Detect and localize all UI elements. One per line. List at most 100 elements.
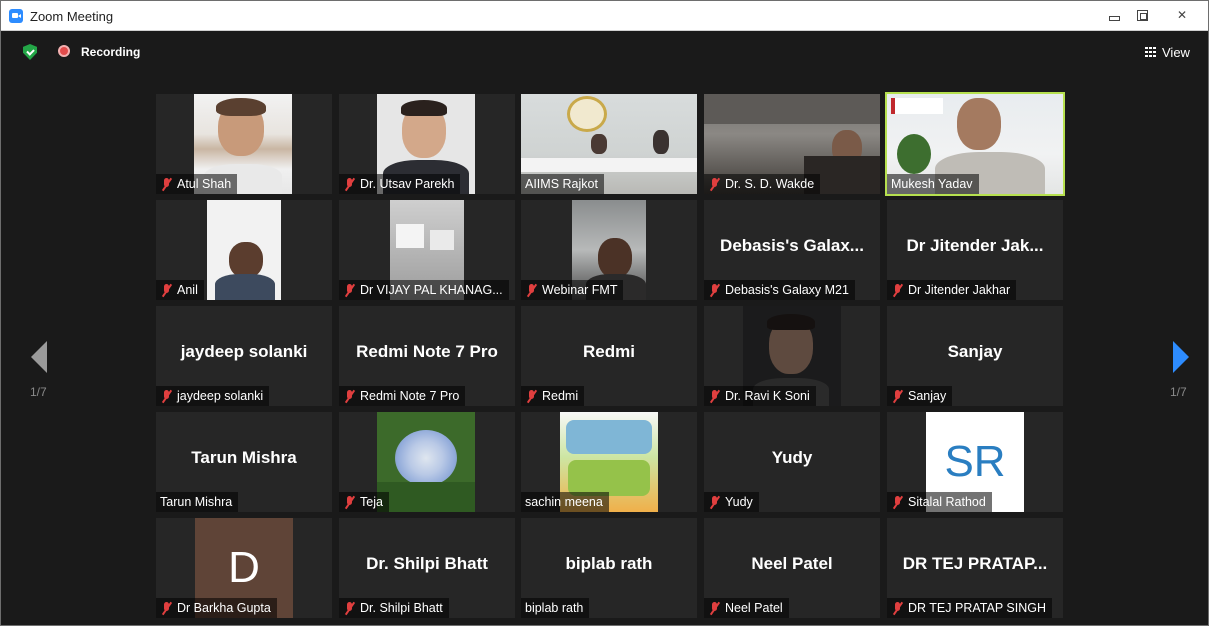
participant-name-label: Teja bbox=[339, 492, 389, 512]
page-indicator-left: 1/7 bbox=[30, 385, 47, 399]
participant-tile[interactable]: biplab rath biplab rath bbox=[521, 518, 697, 618]
grid-icon bbox=[1145, 47, 1157, 57]
recording-icon bbox=[58, 45, 70, 57]
participant-name-label: Redmi bbox=[521, 386, 585, 406]
participant-tile[interactable]: sachin meena bbox=[521, 412, 697, 512]
participant-tile[interactable]: Atul Shah bbox=[156, 94, 332, 194]
previous-page-arrow-icon[interactable] bbox=[31, 341, 47, 373]
participant-video bbox=[207, 200, 281, 300]
participant-name-label: Mukesh Yadav bbox=[887, 174, 979, 194]
security-shield-icon[interactable] bbox=[23, 44, 37, 60]
participant-tile[interactable]: Dr. Utsav Parekh bbox=[339, 94, 515, 194]
participant-name-label: biplab rath bbox=[521, 598, 590, 618]
maximize-button[interactable] bbox=[1128, 4, 1156, 26]
participant-tile[interactable]: Neel Patel Neel Patel bbox=[704, 518, 880, 618]
muted-microphone-icon bbox=[710, 495, 719, 509]
participant-name-label: Webinar FMT bbox=[521, 280, 624, 300]
participant-tile[interactable]: Teja bbox=[339, 412, 515, 512]
close-button[interactable]: ✕ bbox=[1162, 4, 1202, 26]
participant-name-label: Dr. Utsav Parekh bbox=[339, 174, 461, 194]
participant-tile[interactable]: DR TEJ PRATAP... DR TEJ PRATAP SINGH bbox=[887, 518, 1063, 618]
participant-name-label: Anil bbox=[156, 280, 204, 300]
participant-name-label: AIIMS Rajkot bbox=[521, 174, 604, 194]
participant-tile[interactable]: Dr. Ravi K Soni bbox=[704, 306, 880, 406]
participant-name-label: Atul Shah bbox=[156, 174, 238, 194]
participant-display-name: Tarun Mishra bbox=[191, 448, 297, 467]
minimize-icon bbox=[1108, 15, 1120, 21]
participant-tile[interactable]: Dr. S. D. Wakde bbox=[704, 94, 880, 194]
participant-name-label: Yudy bbox=[704, 492, 759, 512]
participant-video bbox=[377, 412, 475, 512]
participant-name-label: Dr. Ravi K Soni bbox=[704, 386, 816, 406]
window-title: Zoom Meeting bbox=[30, 9, 114, 24]
participant-name-label: Sanjay bbox=[887, 386, 953, 406]
close-icon: ✕ bbox=[1176, 8, 1188, 22]
participant-name-label: jaydeep solanki bbox=[156, 386, 270, 406]
participant-name-label: Debasis's Galaxy M21 bbox=[704, 280, 855, 300]
participant-tile[interactable]: Anil bbox=[156, 200, 332, 300]
muted-microphone-icon bbox=[710, 177, 719, 191]
participant-tile[interactable]: D Dr Barkha Gupta bbox=[156, 518, 332, 618]
participant-display-name: Neel Patel bbox=[751, 554, 833, 573]
muted-microphone-icon bbox=[345, 283, 354, 297]
participant-name-label: Tarun Mishra bbox=[156, 492, 239, 512]
participant-tile[interactable]: Debasis's Galax... Debasis's Galaxy M21 bbox=[704, 200, 880, 300]
muted-microphone-icon bbox=[710, 389, 719, 403]
participant-tile[interactable]: Dr Jitender Jak... Dr Jitender Jakhar bbox=[887, 200, 1063, 300]
maximize-icon bbox=[1136, 9, 1148, 21]
muted-microphone-icon bbox=[162, 601, 171, 615]
muted-microphone-icon bbox=[345, 389, 354, 403]
zoom-window: Zoom Meeting ✕ Recording View 1/7 1/7 At… bbox=[0, 0, 1209, 626]
muted-microphone-icon bbox=[527, 389, 536, 403]
muted-microphone-icon bbox=[162, 177, 171, 191]
participant-tile[interactable]: AIIMS Rajkot bbox=[521, 94, 697, 194]
participant-name-label: Redmi Note 7 Pro bbox=[339, 386, 466, 406]
participant-display-name: Dr Jitender Jak... bbox=[906, 236, 1044, 255]
title-bar: Zoom Meeting ✕ bbox=[1, 1, 1208, 31]
muted-microphone-icon bbox=[893, 283, 902, 297]
participant-tile-active-speaker[interactable]: Mukesh Yadav bbox=[885, 92, 1065, 196]
participant-name-label: sachin meena bbox=[521, 492, 609, 512]
participant-name-label: Dr. S. D. Wakde bbox=[704, 174, 821, 194]
participant-tile[interactable]: Tarun Mishra Tarun Mishra bbox=[156, 412, 332, 512]
participant-name-label: Sitalal Rathod bbox=[887, 492, 992, 512]
muted-microphone-icon bbox=[345, 601, 354, 615]
view-label: View bbox=[1162, 44, 1190, 60]
muted-microphone-icon bbox=[162, 389, 171, 403]
participant-tile[interactable]: Dr. Shilpi Bhatt Dr. Shilpi Bhatt bbox=[339, 518, 515, 618]
participant-tile[interactable]: Yudy Yudy bbox=[704, 412, 880, 512]
view-button[interactable]: View bbox=[1145, 41, 1201, 63]
participant-display-name: Yudy bbox=[771, 448, 813, 467]
minimize-button[interactable] bbox=[1100, 4, 1128, 26]
muted-microphone-icon bbox=[893, 495, 902, 509]
participant-name-label: Dr VIJAY PAL KHANAG... bbox=[339, 280, 509, 300]
participant-tile[interactable]: jaydeep solanki jaydeep solanki bbox=[156, 306, 332, 406]
participant-tile[interactable]: SR Sitalal Rathod bbox=[887, 412, 1063, 512]
participant-tile[interactable]: Redmi Note 7 Pro Redmi Note 7 Pro bbox=[339, 306, 515, 406]
muted-microphone-icon bbox=[527, 283, 536, 297]
muted-microphone-icon bbox=[345, 177, 354, 191]
participant-display-name: Redmi bbox=[583, 342, 635, 361]
page-indicator-right: 1/7 bbox=[1170, 385, 1187, 399]
zoom-app-icon bbox=[9, 9, 23, 23]
next-page-arrow-icon[interactable] bbox=[1173, 341, 1189, 373]
participant-name-label: Dr. Shilpi Bhatt bbox=[339, 598, 449, 618]
participant-display-name: jaydeep solanki bbox=[180, 342, 308, 361]
participant-name-label: DR TEJ PRATAP SINGH bbox=[887, 598, 1052, 618]
participant-name-label: Dr Barkha Gupta bbox=[156, 598, 277, 618]
participant-tile[interactable]: Sanjay Sanjay bbox=[887, 306, 1063, 406]
recording-label: Recording bbox=[81, 45, 141, 59]
muted-microphone-icon bbox=[710, 601, 719, 615]
participant-tile[interactable]: Dr VIJAY PAL KHANAG... bbox=[339, 200, 515, 300]
participant-tile[interactable]: Webinar FMT bbox=[521, 200, 697, 300]
participant-tile[interactable]: Redmi Redmi bbox=[521, 306, 697, 406]
participant-display-name: Debasis's Galax... bbox=[720, 236, 864, 255]
participant-display-name: DR TEJ PRATAP... bbox=[902, 554, 1048, 573]
muted-microphone-icon bbox=[345, 495, 354, 509]
participant-display-name: biplab rath bbox=[565, 554, 653, 573]
muted-microphone-icon bbox=[710, 283, 719, 297]
participant-display-name: Sanjay bbox=[947, 342, 1003, 361]
muted-microphone-icon bbox=[893, 601, 902, 615]
participant-display-name: Redmi Note 7 Pro bbox=[356, 342, 498, 361]
participant-name-label: Dr Jitender Jakhar bbox=[887, 280, 1017, 300]
